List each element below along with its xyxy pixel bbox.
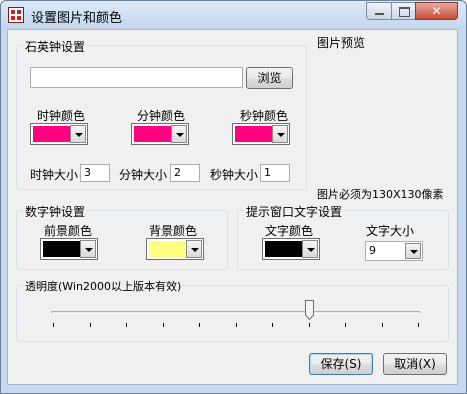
transparency-legend: 透明度(Win2000以上版本有效) (23, 278, 184, 294)
minute-color-label: 分钟颜色 (137, 109, 186, 123)
chevron-down-icon (176, 133, 184, 137)
cancel-button[interactable]: 取消(X) (383, 353, 447, 375)
save-button[interactable]: 保存(S) (309, 353, 373, 375)
quartz-clock-legend: 石英钟设置 (23, 38, 88, 55)
hour-size-input[interactable]: 3 (80, 164, 110, 182)
transparency-slider-thumb[interactable] (304, 300, 314, 320)
minute-size-label: 分钟大小 (119, 168, 168, 182)
text-size-value: 9 (369, 244, 376, 257)
chevron-down-icon (191, 248, 199, 252)
dropdown-button[interactable] (70, 125, 86, 143)
chevron-down-icon (75, 133, 83, 137)
app-icon (8, 7, 24, 23)
slider-tick (308, 323, 310, 327)
text-color-swatch (265, 241, 302, 257)
slider-tick (53, 323, 54, 327)
second-color-swatch (235, 126, 272, 142)
text-size-select[interactable]: 9 (365, 241, 423, 261)
browse-button[interactable]: 浏览 (246, 67, 293, 89)
title-bar[interactable]: 设置图片和颜色 ✕ (1, 1, 466, 29)
maximize-button[interactable] (391, 2, 416, 20)
chevron-down-icon (410, 250, 418, 254)
maximize-icon (399, 7, 410, 17)
second-size-input[interactable]: 1 (260, 164, 290, 182)
hour-color-picker[interactable] (30, 123, 88, 145)
hour-color-swatch (33, 126, 70, 142)
tip-text-legend: 提示窗口文字设置 (244, 203, 345, 220)
slider-tick (418, 323, 419, 327)
text-size-label: 文字大小 (366, 224, 415, 238)
close-button[interactable]: ✕ (415, 2, 458, 20)
dropdown-button[interactable] (80, 240, 96, 258)
image-path-input[interactable] (30, 67, 243, 88)
close-icon: ✕ (431, 4, 442, 18)
text-color-label: 文字颜色 (265, 224, 314, 238)
dropdown-button[interactable] (302, 240, 318, 258)
slider-tick (199, 323, 200, 327)
background-color-picker[interactable] (146, 238, 204, 260)
slider-tick (89, 323, 91, 327)
dropdown-button[interactable] (186, 240, 202, 258)
text-color-picker[interactable] (262, 238, 320, 260)
slider-tick (162, 323, 164, 327)
minimize-button[interactable] (366, 2, 392, 20)
hour-color-label: 时钟颜色 (37, 109, 86, 123)
transparency-slider-track[interactable] (51, 311, 420, 314)
preview-label: 图片预览 (317, 36, 366, 50)
foreground-color-picker[interactable] (40, 238, 98, 260)
image-size-note: 图片必须为130X130像素 (317, 188, 444, 201)
second-color-picker[interactable] (232, 123, 290, 145)
background-color-swatch (149, 241, 186, 257)
chevron-down-icon (307, 248, 315, 252)
chevron-down-icon (277, 133, 285, 137)
dropdown-button[interactable] (405, 243, 421, 259)
slider-tick (345, 323, 346, 327)
minute-color-picker[interactable] (131, 123, 189, 145)
slider-tick (381, 323, 383, 327)
window-title: 设置图片和颜色 (31, 11, 123, 26)
foreground-color-swatch (43, 241, 80, 257)
dropdown-button[interactable] (171, 125, 187, 143)
digital-clock-legend: 数字钟设置 (23, 203, 88, 220)
slider-tick (272, 323, 273, 327)
minimize-icon (375, 13, 384, 15)
minute-size-input[interactable]: 2 (170, 164, 200, 182)
slider-tick (235, 323, 237, 327)
chevron-down-icon (85, 248, 93, 252)
second-size-label: 秒钟大小 (210, 168, 259, 182)
dropdown-button[interactable] (272, 125, 288, 143)
background-color-label: 背景颜色 (149, 224, 198, 238)
foreground-color-label: 前景颜色 (44, 224, 93, 238)
hour-size-label: 时钟大小 (30, 168, 79, 182)
second-color-label: 秒钟颜色 (240, 109, 289, 123)
slider-tick (126, 323, 127, 327)
minute-color-swatch (134, 126, 171, 142)
